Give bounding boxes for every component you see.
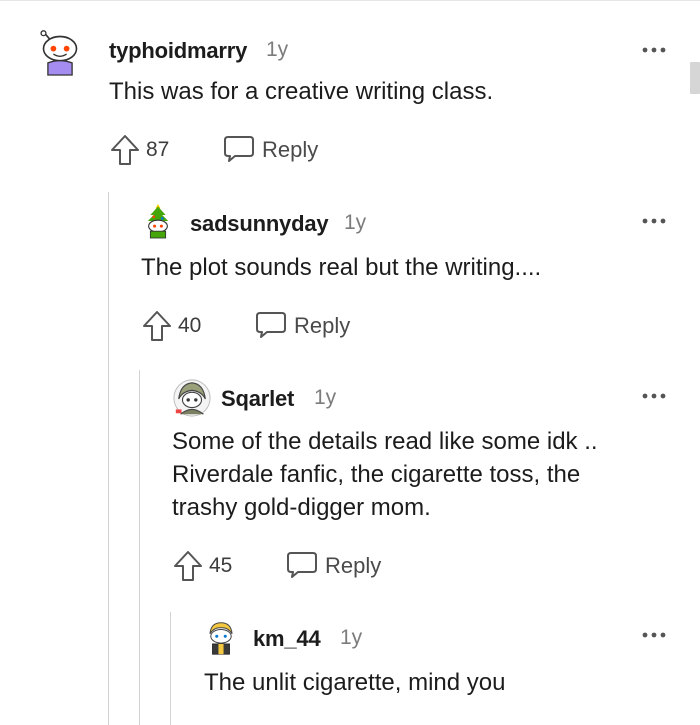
comment-body: The plot sounds real but the writing.... [141, 254, 542, 281]
comment-body: The unlit cigarette, mind you [204, 669, 506, 696]
avatar-icon[interactable] [141, 200, 175, 242]
comment-sadsunnyday: sadsunnyday 1y The plot sounds real but … [141, 200, 681, 360]
reply-label: Reply [262, 137, 319, 162]
username[interactable]: Sqarlet [221, 386, 294, 412]
reply-label: Reply [325, 553, 382, 578]
avatar-icon[interactable] [38, 28, 82, 78]
comment-age: 1y [266, 38, 289, 61]
vote-score: 45 [209, 554, 233, 577]
comment-actions: 87 Reply [109, 133, 409, 167]
upvote-icon[interactable] [172, 549, 204, 583]
upvote-icon[interactable] [109, 133, 141, 167]
reply-label: Reply [294, 313, 351, 338]
comment-age: 1y [344, 211, 367, 234]
vote-score: 87 [146, 138, 170, 161]
thread-line-level-1[interactable] [108, 192, 109, 725]
reply-bubble-icon [256, 312, 286, 338]
comment-sqarlet: Sqarlet 1y Some of the details read like… [172, 378, 682, 603]
top-divider [0, 0, 700, 1]
reply-button[interactable]: Reply [254, 309, 374, 343]
more-options-icon[interactable] [642, 631, 666, 639]
reply-bubble-icon [224, 136, 254, 162]
thread-line-level-2[interactable] [139, 370, 140, 725]
comment-body: Some of the details read like some idk .… [172, 428, 598, 521]
comment-age: 1y [340, 626, 363, 649]
comment-actions: 45 Reply [172, 549, 472, 583]
username[interactable]: km_44 [253, 626, 321, 652]
more-options-icon[interactable] [642, 392, 666, 400]
more-options-icon[interactable] [642, 217, 666, 225]
more-options-icon[interactable] [642, 46, 666, 54]
username[interactable]: typhoidmarry [109, 38, 247, 64]
vote-score: 40 [178, 314, 202, 337]
upvote-icon[interactable] [141, 309, 173, 343]
comment-km-44: km_44 1y The unlit cigarette, mind you [204, 618, 684, 718]
comment-actions: 40 Reply [141, 309, 441, 343]
username[interactable]: sadsunnyday [190, 211, 329, 237]
reply-bubble-icon [287, 552, 317, 578]
thread-line-level-3[interactable] [170, 612, 171, 725]
comment-typhoidmarry: typhoidmarry 1y This was for a creative … [38, 28, 678, 178]
comment-age: 1y [314, 386, 337, 409]
reply-button[interactable]: Reply [222, 133, 342, 167]
comment-body: This was for a creative writing class. [109, 78, 494, 105]
avatar-icon[interactable] [172, 378, 212, 418]
scrollbar-thumb[interactable] [690, 62, 700, 94]
avatar-icon[interactable] [204, 618, 238, 658]
reply-button[interactable]: Reply [285, 549, 405, 583]
